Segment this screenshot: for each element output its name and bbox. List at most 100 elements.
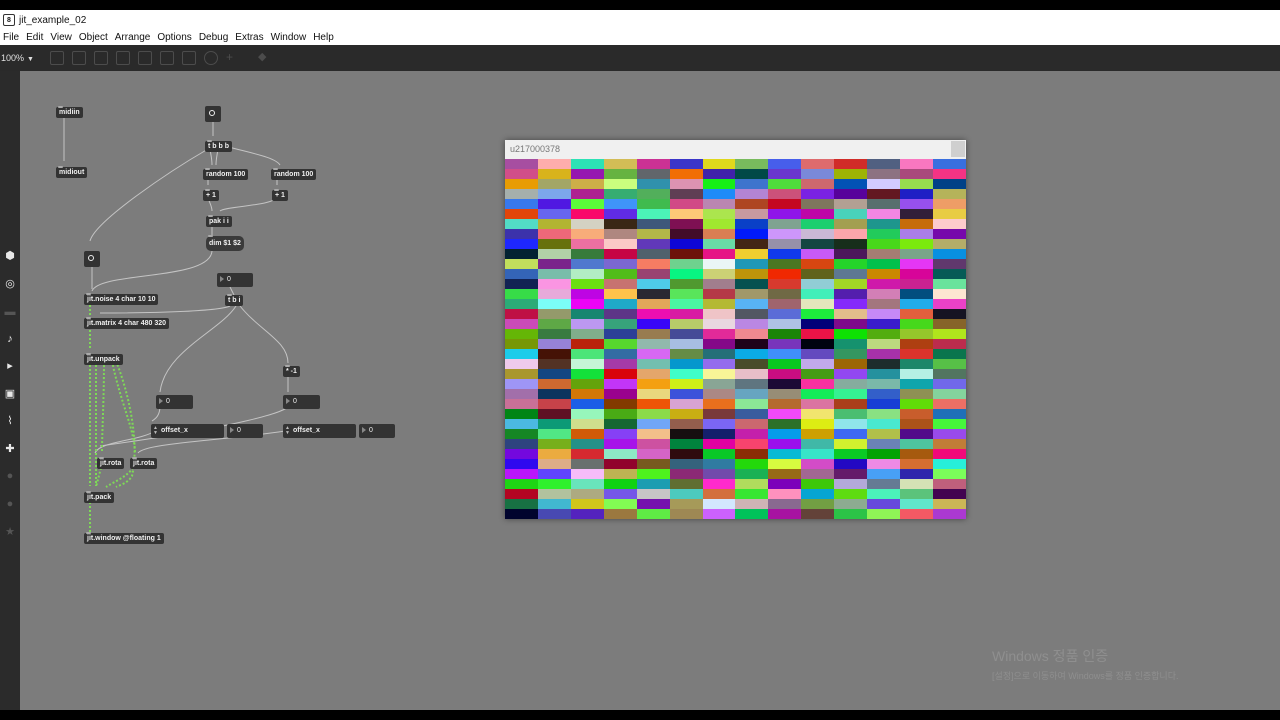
noise-cell [900, 469, 934, 479]
noise-cell [867, 259, 901, 269]
midiin-object[interactable]: midiin [56, 106, 83, 118]
midiout-object[interactable]: midiout [56, 166, 88, 178]
number-box-right[interactable]: 0 [283, 395, 320, 409]
menu-options[interactable]: Options [154, 32, 195, 43]
number-box-left[interactable]: 0 [156, 395, 193, 409]
music-note-icon[interactable]: ♪ [3, 332, 17, 346]
offset-number-left[interactable]: 0 [227, 424, 263, 438]
noise-cell [735, 409, 769, 419]
noise-cell [702, 479, 736, 489]
noise-cell [834, 189, 868, 199]
pak-object[interactable]: pak i i [206, 215, 232, 227]
offset-label: offset_x [293, 427, 320, 434]
noise-cell [702, 329, 736, 339]
noise-cell [505, 499, 538, 509]
trigger-bi-object[interactable]: t b i [225, 294, 244, 306]
noise-cell [669, 459, 703, 469]
noise-cell [900, 359, 934, 369]
presentation-icon[interactable] [72, 51, 86, 65]
jit-noise-object[interactable]: jit.noise 4 char 10 10 [84, 293, 159, 305]
noise-cell [867, 179, 901, 189]
grid-icon[interactable] [116, 51, 130, 65]
plus-one-object-2[interactable]: + 1 [272, 189, 288, 201]
noise-cell [768, 249, 802, 259]
add-icon[interactable]: + [226, 51, 238, 63]
noise-cell [537, 409, 571, 419]
paint-icon[interactable]: ◆ [258, 51, 270, 63]
bang-button-noise[interactable] [84, 251, 100, 267]
debug-icon[interactable] [204, 51, 218, 65]
noise-cell [505, 399, 538, 409]
number-box-top[interactable]: 0 [217, 273, 253, 287]
noise-cell [933, 499, 966, 509]
noise-cell [702, 169, 736, 179]
plus-one-object-1[interactable]: + 1 [203, 189, 219, 201]
noise-cell [834, 169, 868, 179]
jit-rota-object-2[interactable]: jit.rota [130, 457, 158, 469]
noise-cell [505, 169, 538, 179]
menu-file[interactable]: File [0, 32, 23, 43]
trigger-bbb-object[interactable]: t b b b [205, 140, 232, 152]
noise-cell [735, 449, 769, 459]
inspector-icon[interactable] [160, 51, 174, 65]
offset-x-umenu-right[interactable]: ▲ ▼ offset_x [283, 424, 356, 438]
multiply-object[interactable]: * -1 [283, 365, 300, 377]
history-icon[interactable]: ● [3, 497, 17, 511]
menu-help[interactable]: Help [310, 32, 338, 43]
random-object-1[interactable]: random 100 [203, 168, 249, 180]
noise-cell [636, 199, 670, 209]
noise-cell [801, 479, 835, 489]
noise-cell [603, 199, 637, 209]
noise-cell [768, 259, 802, 269]
jit-window-output[interactable]: u217000378 [505, 140, 966, 519]
lock-icon[interactable] [50, 51, 64, 65]
noise-cell [834, 359, 868, 369]
noise-cell [636, 289, 670, 299]
jit-pack-object[interactable]: jit.pack [84, 491, 115, 503]
settings-icon[interactable] [138, 51, 152, 65]
menu-debug[interactable]: Debug [196, 32, 232, 43]
dash-icon[interactable]: ▬ [3, 305, 17, 319]
noise-cell [570, 259, 604, 269]
star-icon[interactable]: ★ [3, 525, 17, 539]
jit-rota-object-1[interactable]: jit.rota [97, 457, 125, 469]
noise-cell [537, 389, 571, 399]
noise-cell [702, 339, 736, 349]
paperclip-icon[interactable]: ⌇ [3, 414, 17, 428]
close-icon[interactable] [951, 141, 965, 157]
target-icon[interactable]: ◎ [3, 277, 17, 291]
puzzle-icon[interactable]: ✚ [3, 442, 17, 456]
dim-message-box[interactable]: dim $1 $2 [206, 235, 244, 251]
menu-edit[interactable]: Edit [23, 32, 47, 43]
noise-cell [537, 289, 571, 299]
play-list-icon[interactable]: ▸ [3, 359, 17, 373]
menu-extras[interactable]: Extras [232, 32, 267, 43]
bang-button-top[interactable] [205, 106, 221, 122]
noise-cell [669, 159, 703, 169]
image-icon[interactable]: ▣ [3, 387, 17, 401]
random-object-2[interactable]: random 100 [271, 168, 317, 180]
offset-x-umenu-left[interactable]: ▲ ▼ offset_x [151, 424, 224, 438]
menu-object[interactable]: Object [76, 32, 112, 43]
layout-icon[interactable] [182, 51, 196, 65]
noise-cell [801, 189, 835, 199]
menu-window[interactable]: Window [268, 32, 311, 43]
noise-cell [735, 359, 769, 369]
cube-icon[interactable]: ⬢ [3, 249, 17, 263]
menu-view[interactable]: View [47, 32, 76, 43]
noise-cell [900, 449, 934, 459]
noise-cell [537, 229, 571, 239]
noise-cell [537, 489, 571, 499]
noise-cell [867, 159, 901, 169]
offset-number-right[interactable]: 0 [359, 424, 395, 438]
noise-cell [933, 389, 966, 399]
jit-matrix-object[interactable]: jit.matrix 4 char 480 320 [84, 317, 169, 329]
menu-arrange[interactable]: Arrange [112, 32, 155, 43]
jit-window-object[interactable]: jit.window @floating 1 [84, 532, 164, 544]
jit-unpack-object[interactable]: jit.unpack [84, 353, 123, 365]
record-icon[interactable]: ● [3, 469, 17, 483]
noise-cell [570, 379, 604, 389]
zoom-dropdown[interactable]: 100% ▼ [1, 53, 34, 63]
comment-icon[interactable] [94, 51, 108, 65]
noise-cell [768, 189, 802, 199]
